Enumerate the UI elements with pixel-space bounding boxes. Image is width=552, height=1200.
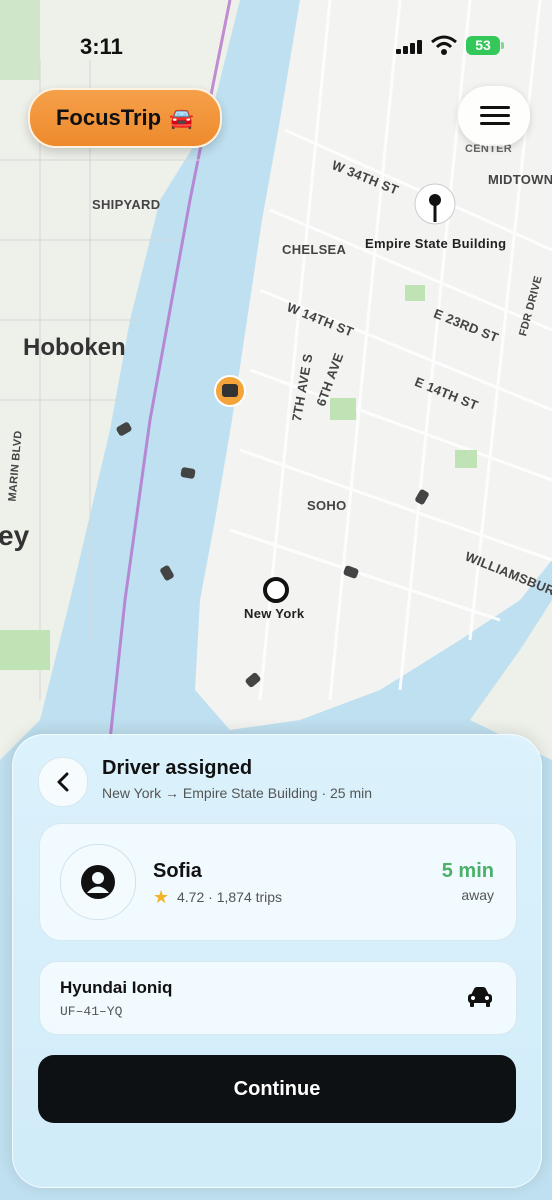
license-plate: UF–41–YQ (60, 1004, 123, 1019)
empire-state-label: Empire State Building (365, 236, 507, 251)
shipyard-label: SHIPYARD (92, 197, 161, 212)
sheet-title: Driver assigned (102, 757, 253, 779)
driver-sheet: Driver assigned New York → Empire State … (12, 734, 542, 1188)
vehicle-model: Hyundai Ioniq (60, 978, 173, 997)
driver-eta: 5 min (441, 860, 494, 882)
status-bar: 3:11 53 (0, 0, 552, 90)
chelsea-label: CHELSEA (282, 242, 347, 257)
car-emoji-icon: 🚘 (169, 107, 195, 130)
vehicle-card[interactable]: Hyundai Ioniq UF–41–YQ (39, 961, 517, 1035)
soho-label: SOHO (307, 498, 347, 513)
battery-icon: 53 (466, 36, 504, 55)
menu-button[interactable] (458, 86, 530, 146)
route-summary: New York → Empire State Building · 25 mi… (102, 785, 373, 801)
jersey-label: ey (0, 520, 30, 551)
driver-card[interactable]: Sofia ★ 4.72 · 1,874 trips 5 min away (39, 823, 517, 941)
wifi-icon (431, 35, 457, 55)
driver-name: Sofia (153, 860, 202, 882)
star-icon: ★ (153, 887, 170, 907)
app-brand-button[interactable]: FocusTrip 🚘 (28, 88, 222, 148)
car-icon (468, 987, 492, 1007)
app-name: FocusTrip (55, 105, 162, 130)
cellular-signal-icon (396, 38, 426, 54)
eta-caption: away (461, 887, 494, 903)
hoboken-label: Hoboken (23, 334, 126, 361)
driver-rating: 4.72 · 1,874 trips (177, 889, 283, 905)
midtown-label: MIDTOWN (488, 172, 552, 187)
continue-button[interactable]: Continue (38, 1055, 516, 1123)
status-time: 3:11 (80, 34, 123, 59)
hamburger-icon (480, 106, 510, 109)
back-button[interactable] (38, 757, 88, 807)
avatar (60, 844, 136, 920)
person-icon (81, 865, 115, 899)
chevron-left-icon (57, 772, 69, 792)
new-york-label: New York (244, 606, 305, 621)
